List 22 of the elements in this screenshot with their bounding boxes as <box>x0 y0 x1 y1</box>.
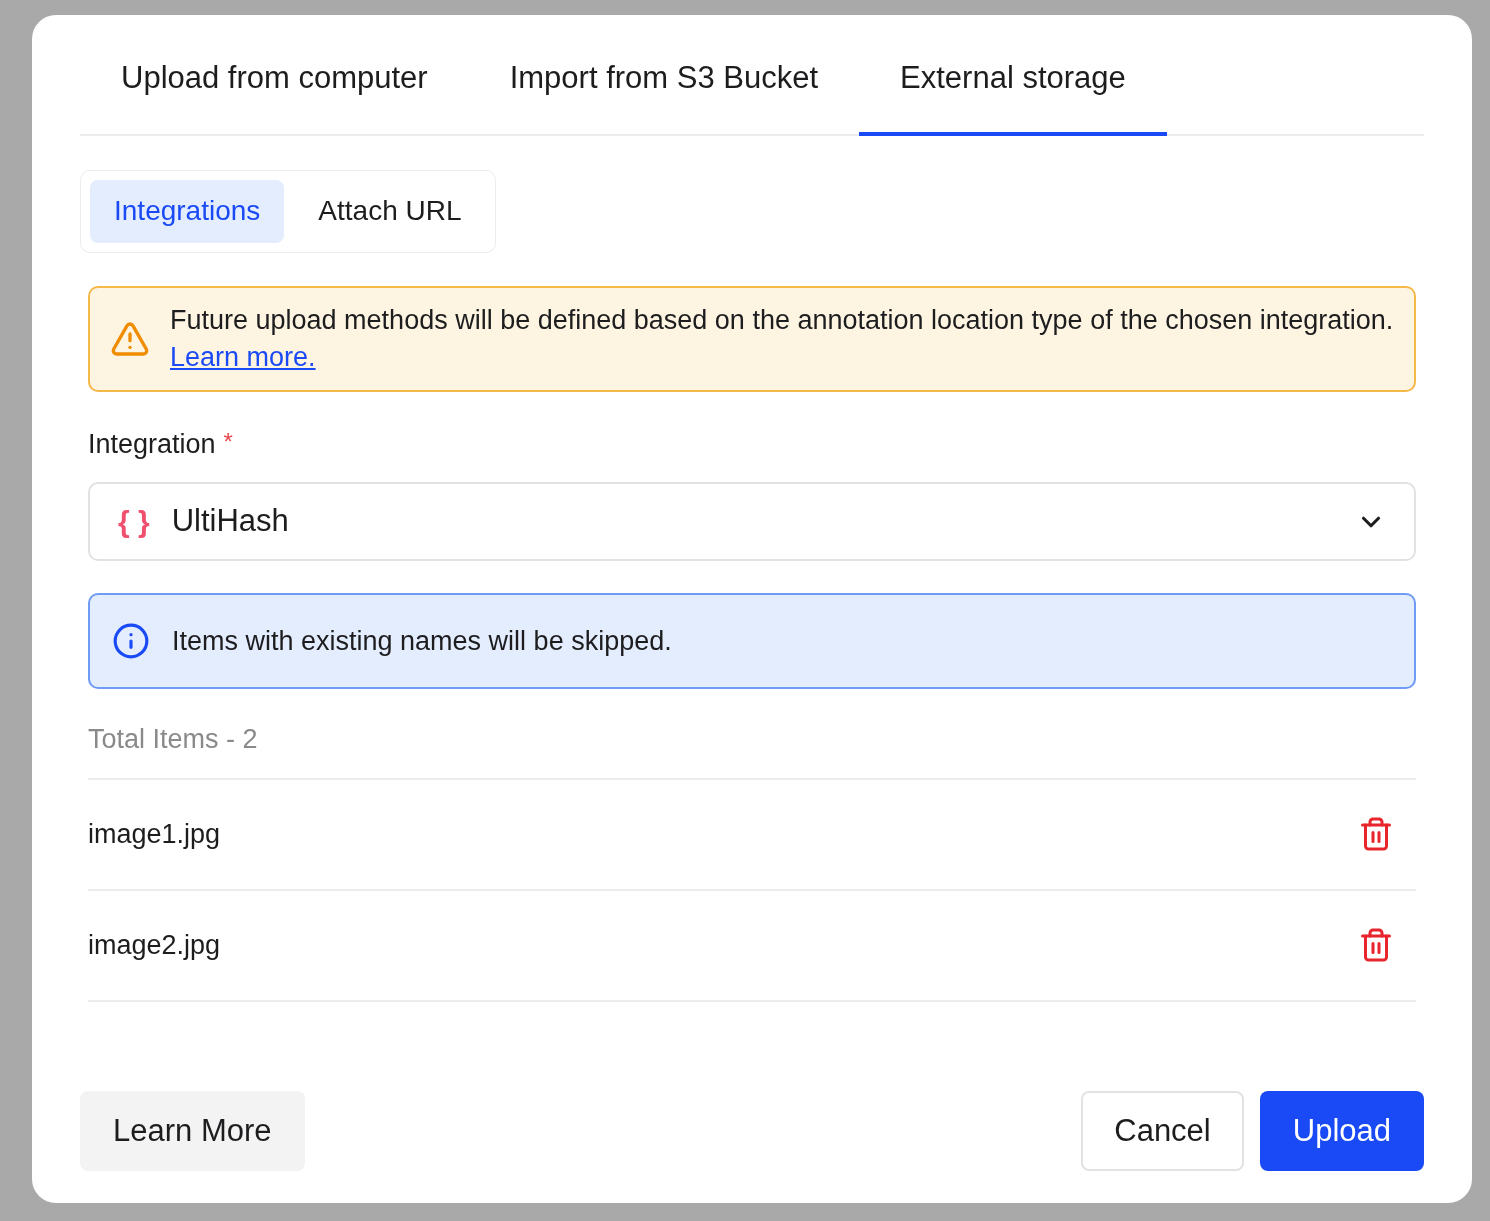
learn-more-button[interactable]: Learn More <box>80 1091 305 1171</box>
cancel-button[interactable]: Cancel <box>1081 1091 1244 1171</box>
braces-icon: { } <box>118 499 150 544</box>
warning-text: Future upload methods will be defined based on the annotation location type of the chosen integration. Learn more. <box>170 303 1394 374</box>
delete-icon[interactable] <box>1358 816 1394 852</box>
info-text: Items with existing names will be skipped. <box>172 624 672 658</box>
sub-tab[interactable]: Integrations <box>90 179 285 243</box>
tab[interactable]: Upload from computer <box>80 55 469 136</box>
delete-icon[interactable] <box>1358 927 1394 963</box>
tab[interactable]: Import from S3 Bucket <box>468 55 860 136</box>
field-label: Integration <box>88 427 216 461</box>
required-mark: * <box>223 426 233 457</box>
file-name: image1.jpg <box>88 817 221 851</box>
total-items: Total Items - 2 <box>88 723 259 756</box>
select-value: UltiHash <box>171 502 290 541</box>
info-icon <box>112 622 150 660</box>
file-name: image2.jpg <box>88 928 221 962</box>
integration-select[interactable]: { } UltiHash <box>88 482 1416 561</box>
sub-tab[interactable]: Attach URL <box>294 179 486 243</box>
tab[interactable]: External storage <box>859 55 1167 136</box>
learn-more-link[interactable]: Learn more. <box>170 341 316 372</box>
upload-button[interactable]: Upload <box>1259 1091 1424 1171</box>
